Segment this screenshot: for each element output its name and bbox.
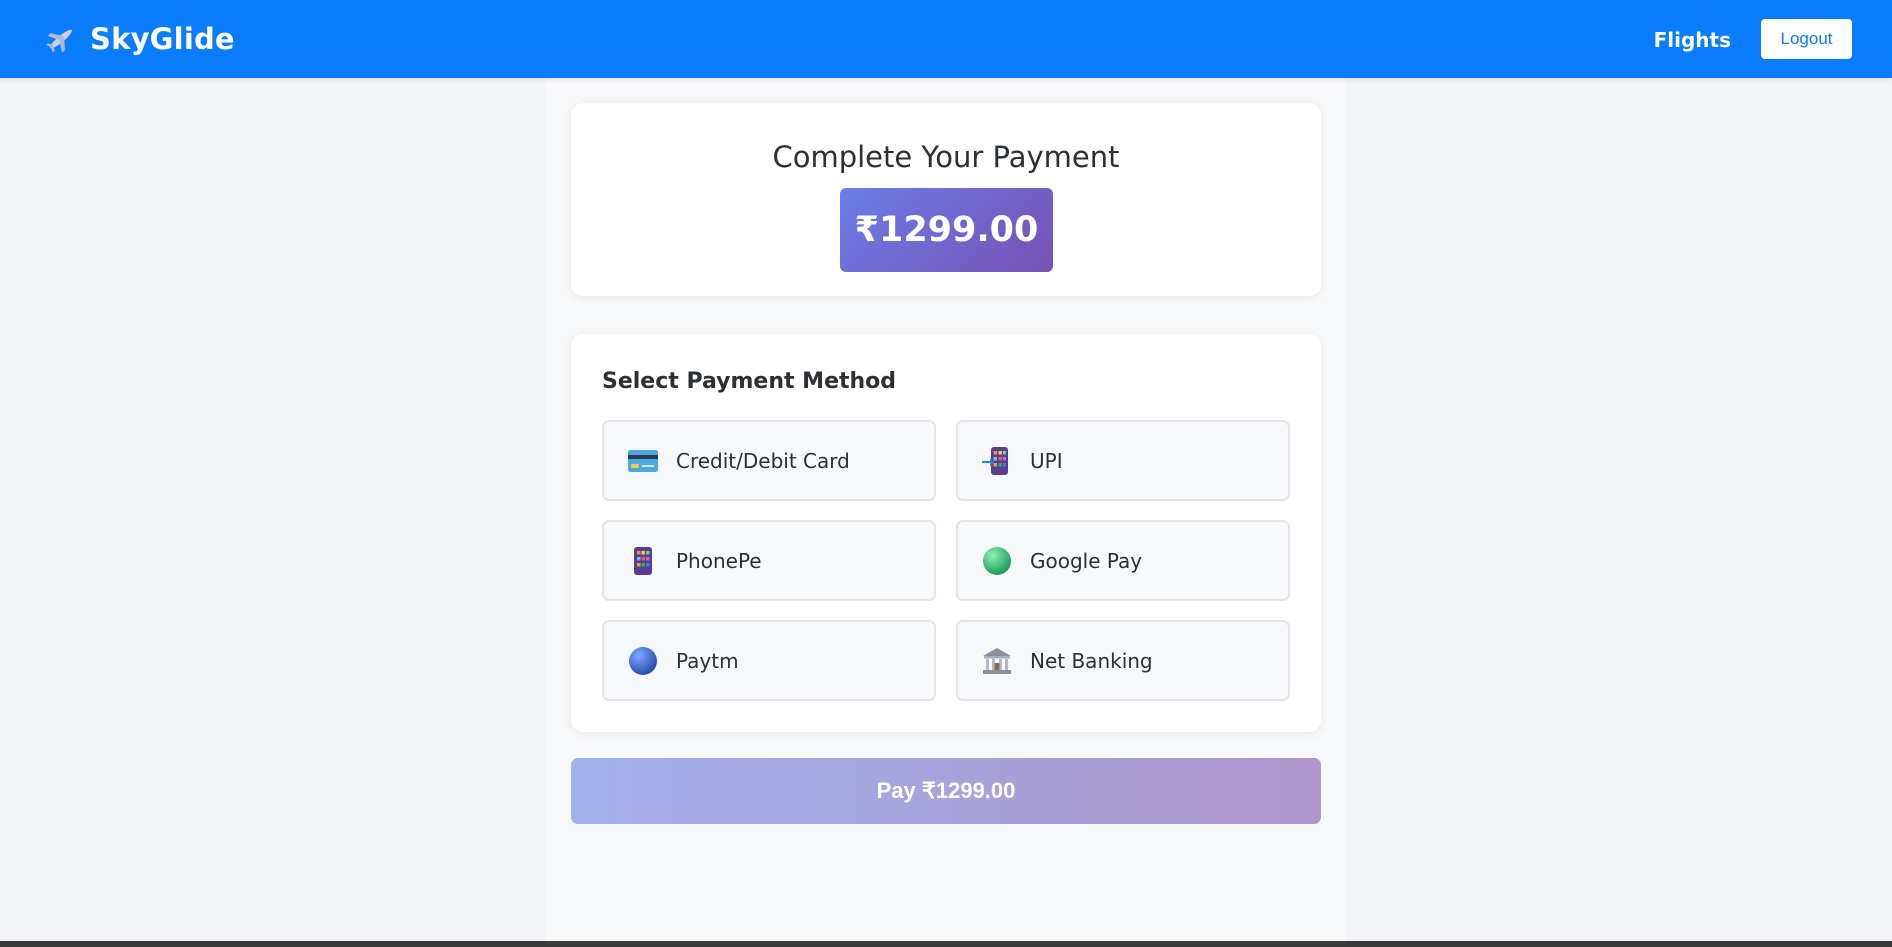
method-upi[interactable]: UPI [956,420,1290,501]
credit-card-icon [628,446,658,476]
payment-container: Complete Your Payment ₹1299.00 Select Pa… [546,78,1346,942]
payment-methods-card: Select Payment Method Credit/Debit Card [571,334,1321,732]
method-google-pay[interactable]: Google Pay [956,520,1290,601]
window-bottom-edge [0,941,1892,947]
brand-name: SkyGlide [90,22,235,56]
page-title: Complete Your Payment [772,140,1120,174]
section-title: Select Payment Method [602,369,897,394]
nav-actions: Flights Logout [1654,19,1852,59]
top-navbar: SkyGlide Flights Logout [0,0,1892,78]
method-label: Credit/Debit Card [676,448,850,473]
flights-link[interactable]: Flights [1654,28,1731,52]
logout-button[interactable]: Logout [1761,19,1852,59]
method-paytm[interactable]: Paytm [602,620,936,701]
mobile-transfer-icon [982,446,1012,476]
airplane-icon [44,22,78,56]
method-label: PhonePe [676,548,762,573]
blue-circle-icon [628,646,658,676]
method-label: Google Pay [1030,548,1143,573]
amount-badge: ₹1299.00 [840,188,1053,272]
brand[interactable]: SkyGlide [44,22,235,56]
method-net-banking[interactable]: Net Banking [956,620,1290,701]
method-label: Net Banking [1030,648,1153,673]
payment-summary-card: Complete Your Payment ₹1299.00 [571,103,1321,296]
phone-grid-icon [628,546,658,576]
method-credit-debit-card[interactable]: Credit/Debit Card [602,420,936,501]
green-circle-icon [982,546,1012,576]
bank-icon [982,646,1012,676]
method-label: UPI [1030,448,1063,473]
pay-button[interactable]: Pay ₹1299.00 [571,758,1321,824]
method-phonepe[interactable]: PhonePe [602,520,936,601]
method-label: Paytm [676,648,739,673]
